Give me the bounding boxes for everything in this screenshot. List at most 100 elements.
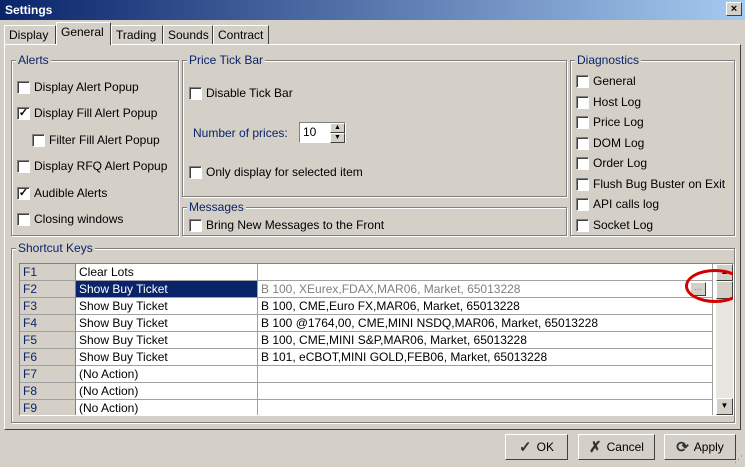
shortcut-detail-cell[interactable] <box>258 366 713 383</box>
closing-windows-checkbox[interactable] <box>17 212 30 226</box>
disable-tick-bar-label: Disable Tick Bar <box>206 86 293 100</box>
diag-order-log-option[interactable]: Order Log <box>576 156 647 170</box>
diag-general-label: General <box>593 74 636 88</box>
tab-general[interactable]: General <box>56 22 111 45</box>
table-row[interactable]: F5 Show Buy Ticket B 100, CME,MINI S&P,M… <box>20 332 713 349</box>
only-display-selected-option[interactable]: Only display for selected item <box>189 165 363 179</box>
tab-display[interactable]: Display <box>4 25 56 45</box>
diag-api-calls-log-checkbox[interactable] <box>576 197 589 211</box>
table-row[interactable]: F4 Show Buy Ticket B 100 @1764,00, CME,M… <box>20 315 713 332</box>
shortcut-detail-cell[interactable]: B 100, CME,MINI S&P,MAR06, Market, 65013… <box>258 332 713 349</box>
diag-dom-log-option[interactable]: DOM Log <box>576 136 644 150</box>
table-row[interactable]: F3 Show Buy Ticket B 100, CME,Euro FX,MA… <box>20 298 713 315</box>
shortcut-action-cell[interactable]: (No Action) <box>76 383 258 400</box>
apply-button[interactable]: ⟳ Apply <box>664 434 736 460</box>
audible-alerts-option[interactable]: ✓ Audible Alerts <box>17 186 107 200</box>
shortcut-keys-group-label: Shortcut Keys <box>16 241 95 255</box>
bring-new-messages-checkbox[interactable] <box>189 218 202 232</box>
table-row[interactable]: F1 Clear Lots <box>20 264 713 281</box>
diag-price-log-option[interactable]: Price Log <box>576 115 644 129</box>
disable-tick-bar-option[interactable]: Disable Tick Bar <box>189 86 293 100</box>
close-icon[interactable]: × <box>726 2 742 16</box>
display-rfq-alert-popup-option[interactable]: Display RFQ Alert Popup <box>17 159 167 173</box>
number-of-prices-label: Number of prices: <box>193 126 288 140</box>
shortcut-action-cell[interactable]: Show Buy Ticket <box>76 349 258 366</box>
diag-api-calls-log-option[interactable]: API calls log <box>576 197 659 211</box>
filter-fill-alert-popup-option[interactable]: Filter Fill Alert Popup <box>32 133 160 147</box>
shortcut-action-cell[interactable]: Show Buy Ticket <box>76 298 258 315</box>
number-of-prices-stepper[interactable]: 10 ▲ ▼ <box>299 122 346 143</box>
table-row[interactable]: F9 (No Action) <box>20 400 713 415</box>
diag-host-log-checkbox[interactable] <box>576 95 589 109</box>
diag-dom-log-label: DOM Log <box>593 136 645 150</box>
table-row[interactable]: F8 (No Action) <box>20 383 713 400</box>
alerts-group-label: Alerts <box>16 53 51 67</box>
shortcut-detail-cell[interactable]: B 100, CME,Euro FX,MAR06, Market, 650132… <box>258 298 713 315</box>
shortcut-detail-cell[interactable]: B 101, eCBOT,MINI GOLD,FEB06, Market, 65… <box>258 349 713 366</box>
diag-api-calls-log-label: API calls log <box>593 197 660 211</box>
audible-alerts-checkbox[interactable]: ✓ <box>17 186 30 200</box>
display-rfq-alert-popup-checkbox[interactable] <box>17 159 30 173</box>
title-bar: Settings × <box>0 0 745 20</box>
spin-down-icon[interactable]: ▼ <box>330 133 345 143</box>
shortcut-action-cell[interactable]: (No Action) <box>76 366 258 383</box>
shortcut-key-cell: F4 <box>20 315 76 332</box>
shortcut-detail-cell[interactable] <box>258 400 713 415</box>
ellipsis-button[interactable]: ... <box>690 282 706 296</box>
refresh-icon: ⟳ <box>676 439 689 456</box>
scroll-thumb[interactable] <box>716 281 733 299</box>
shortcut-detail-cell[interactable] <box>258 264 713 281</box>
closing-windows-option[interactable]: Closing windows <box>17 212 123 226</box>
spin-up-icon[interactable]: ▲ <box>330 123 345 133</box>
display-alert-popup-checkbox[interactable] <box>17 80 30 94</box>
ok-button[interactable]: ✓ OK <box>505 434 568 460</box>
diag-socket-log-checkbox[interactable] <box>576 218 589 232</box>
shortcut-detail-cell[interactable]: B 100 @1764,00, CME,MINI NSDQ,MAR06, Mar… <box>258 315 713 332</box>
diag-dom-log-checkbox[interactable] <box>576 136 589 150</box>
tab-sounds[interactable]: Sounds <box>163 25 213 45</box>
display-fill-alert-popup-option[interactable]: ✓ Display Fill Alert Popup <box>17 106 157 120</box>
filter-fill-alert-popup-checkbox[interactable] <box>32 133 45 147</box>
shortcut-action-cell[interactable]: Show Buy Ticket <box>76 281 258 298</box>
bring-new-messages-option[interactable]: Bring New Messages to the Front <box>189 218 384 232</box>
diag-general-checkbox[interactable] <box>576 74 589 88</box>
tab-contract[interactable]: Contract <box>213 25 269 45</box>
diag-socket-log-option[interactable]: Socket Log <box>576 218 653 232</box>
display-fill-alert-popup-label: Display Fill Alert Popup <box>34 106 158 120</box>
alerts-group: Alerts Display Alert Popup ✓ Display Fil… <box>11 53 179 236</box>
diag-price-log-checkbox[interactable] <box>576 115 589 129</box>
shortcut-detail-text: B 100, XEurex,FDAX,MAR06, Market, 650132… <box>261 282 521 296</box>
diag-general-option[interactable]: General <box>576 74 636 88</box>
diag-flush-bug-buster-checkbox[interactable] <box>576 177 589 191</box>
diag-order-log-checkbox[interactable] <box>576 156 589 170</box>
tab-trading[interactable]: Trading <box>111 25 163 45</box>
cancel-button-label: Cancel <box>606 440 644 454</box>
display-fill-alert-popup-checkbox[interactable]: ✓ <box>17 106 30 120</box>
disable-tick-bar-checkbox[interactable] <box>189 86 202 100</box>
shortcut-key-cell: F9 <box>20 400 76 415</box>
scroll-up-icon[interactable]: ▲ <box>716 264 733 281</box>
number-of-prices-input[interactable]: 10 <box>300 123 330 142</box>
shortcut-action-cell[interactable]: Show Buy Ticket <box>76 315 258 332</box>
table-row[interactable]: F2 Show Buy Ticket B 100, XEurex,FDAX,MA… <box>20 281 713 298</box>
shortcut-action-cell[interactable]: (No Action) <box>76 400 258 415</box>
shortcut-detail-cell[interactable]: B 100, XEurex,FDAX,MAR06, Market, 650132… <box>258 281 713 298</box>
messages-group-label: Messages <box>187 200 246 214</box>
table-row[interactable]: F6 Show Buy Ticket B 101, eCBOT,MINI GOL… <box>20 349 713 366</box>
diag-host-log-option[interactable]: Host Log <box>576 95 641 109</box>
cancel-button[interactable]: ✗ Cancel <box>578 434 655 460</box>
general-tab-panel: Alerts Display Alert Popup ✓ Display Fil… <box>4 44 741 430</box>
shortcut-detail-cell[interactable] <box>258 383 713 400</box>
shortcut-action-cell[interactable]: Clear Lots <box>76 264 258 281</box>
diag-flush-bug-buster-option[interactable]: Flush Bug Buster on Exit <box>576 177 725 191</box>
resize-grip-icon[interactable]: ⋰ <box>731 453 743 465</box>
only-display-selected-checkbox[interactable] <box>189 165 202 179</box>
display-alert-popup-option[interactable]: Display Alert Popup <box>17 80 139 94</box>
scroll-down-icon[interactable]: ▼ <box>716 398 733 415</box>
shortcut-keys-table: F1 Clear Lots F2 Show Buy Ticket B 100, … <box>19 263 734 416</box>
shortcut-action-cell[interactable]: Show Buy Ticket <box>76 332 258 349</box>
shortcut-key-cell: F6 <box>20 349 76 366</box>
shortcut-table-scrollbar[interactable]: ▲ ▼ <box>716 264 733 415</box>
table-row[interactable]: F7 (No Action) <box>20 366 713 383</box>
messages-group: Messages Bring New Messages to the Front <box>182 200 567 236</box>
